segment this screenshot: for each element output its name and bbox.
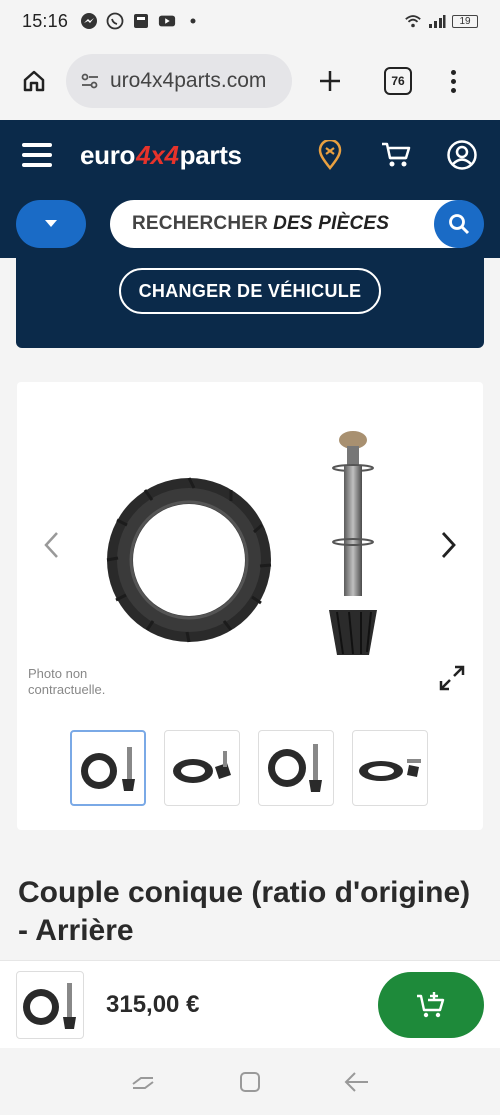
pinion-image: [329, 431, 377, 655]
whatsapp-icon: [106, 12, 124, 30]
android-navigation-bar: [0, 1048, 500, 1115]
browser-toolbar: uro4x4parts.com 76: [0, 42, 500, 120]
ring-gear-image: [106, 477, 272, 643]
notification-icons: [80, 12, 202, 30]
address-bar[interactable]: uro4x4parts.com: [66, 54, 292, 108]
dot-icon: [184, 12, 202, 30]
chevron-left-icon: [44, 532, 58, 558]
logo-text-left: euro: [80, 139, 136, 170]
change-vehicle-button[interactable]: CHANGER DE VÉHICULE: [119, 268, 381, 314]
product-main-image[interactable]: [97, 430, 397, 660]
recent-apps-icon: [132, 1076, 154, 1089]
site-settings-icon[interactable]: [80, 72, 102, 90]
messenger-icon: [80, 12, 98, 30]
product-thumbnail: [16, 970, 84, 1039]
browser-menu-icon[interactable]: [448, 69, 458, 93]
battery-icon: 19: [452, 14, 478, 28]
add-to-cart-button[interactable]: [378, 971, 484, 1038]
chevron-down-icon: [45, 220, 57, 227]
tab-switcher-button[interactable]: 76: [384, 67, 412, 95]
vehicle-panel: CHANGER DE VÉHICULE: [16, 258, 484, 348]
product-price: 315,00 €: [106, 990, 200, 1018]
home-nav-button[interactable]: [235, 1067, 265, 1097]
youtube-icon: [158, 12, 176, 30]
location-icon[interactable]: [314, 139, 346, 171]
plus-icon: [320, 71, 340, 91]
wifi-icon: [404, 12, 422, 30]
logo-text-mid: 4x4: [136, 139, 179, 170]
account-icon[interactable]: [446, 139, 478, 171]
back-arrow-icon: [344, 1071, 368, 1092]
previous-image-button[interactable]: [39, 530, 63, 560]
new-tab-button[interactable]: [314, 65, 346, 97]
search-input[interactable]: RECHERCHER DES PIÈCES: [110, 200, 484, 248]
menu-icon[interactable]: [22, 143, 52, 167]
back-nav-button[interactable]: [342, 1067, 372, 1097]
search-placeholder-emphasis: DES PIÈCES: [273, 213, 390, 234]
search-placeholder: RECHERCHER: [132, 213, 269, 234]
thumbnail-4[interactable]: [352, 730, 428, 806]
chevron-right-icon: [441, 532, 456, 558]
add-to-cart-icon: [417, 991, 445, 1017]
home-button[interactable]: [16, 63, 52, 99]
search-button[interactable]: [434, 200, 484, 248]
signal-icon: [428, 12, 446, 30]
recent-apps-button[interactable]: [128, 1067, 158, 1097]
product-gallery: Photo non contractuelle.: [17, 382, 483, 830]
photo-disclaimer: Photo non contractuelle.: [28, 666, 106, 697]
category-dropdown-button[interactable]: [16, 200, 86, 248]
product-title: Couple conique (ratio d'origine) - Arriè…: [18, 876, 471, 947]
logo-text-right: parts: [179, 139, 242, 170]
thumbnail-2[interactable]: [164, 730, 240, 806]
status-bar: 15:16 19: [0, 0, 500, 42]
thumbnail-strip: [70, 730, 428, 806]
site-logo[interactable]: euro 4x4 parts: [80, 140, 242, 171]
url-text: uro4x4parts.com: [110, 69, 267, 92]
thumbnail-1[interactable]: [70, 730, 146, 806]
app-icon: [132, 12, 150, 30]
home-icon: [23, 70, 45, 92]
search-row: RECHERCHER DES PIÈCES: [0, 190, 500, 258]
cart-icon[interactable]: [380, 139, 412, 171]
search-icon: [449, 214, 470, 235]
site-header: euro 4x4 parts: [0, 120, 500, 190]
thumbnail-3[interactable]: [258, 730, 334, 806]
home-square-icon: [239, 1071, 260, 1092]
status-time: 15:16: [22, 10, 69, 31]
sticky-buy-bar: 315,00 €: [0, 960, 500, 1048]
next-image-button[interactable]: [437, 530, 461, 560]
fullscreen-icon[interactable]: [439, 665, 465, 691]
system-icons: 19: [404, 12, 478, 30]
